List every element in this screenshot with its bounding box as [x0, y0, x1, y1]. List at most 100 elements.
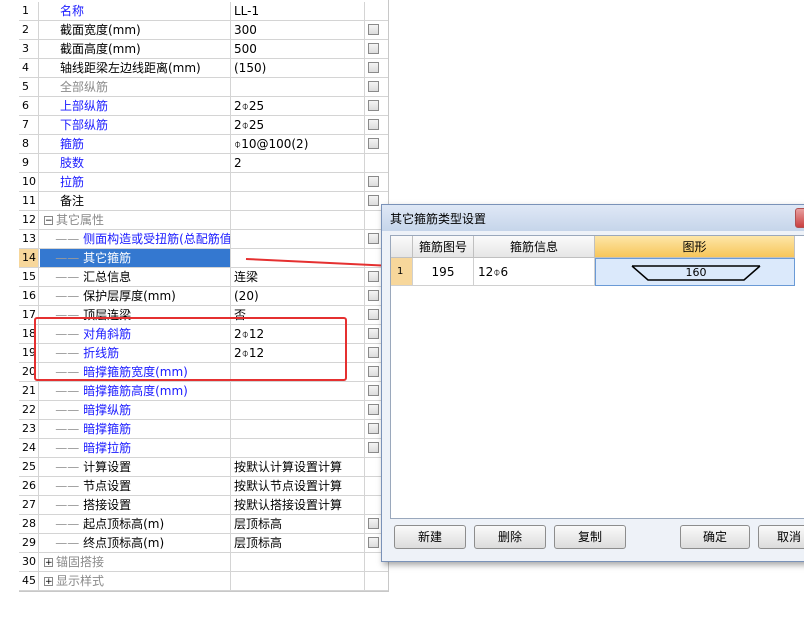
property-value[interactable]: 2⌽12	[231, 325, 365, 343]
property-value[interactable]: 2	[231, 154, 365, 172]
grid-row[interactable]: 18 —— 对角斜筋 2⌽12	[19, 325, 388, 344]
attribute-checkbox[interactable]	[368, 442, 379, 453]
property-value[interactable]: 否	[231, 306, 365, 324]
property-name[interactable]: 轴线距梁左边线距离(mm)	[40, 59, 231, 77]
property-name[interactable]: —— 汇总信息	[40, 268, 231, 286]
attribute-checkbox[interactable]	[368, 24, 379, 35]
grid-row[interactable]: 20 —— 暗撑箍筋宽度(mm)	[19, 363, 388, 382]
attribute-checkbox[interactable]	[368, 100, 379, 111]
grid-row[interactable]: 4 轴线距梁左边线距离(mm) (150)	[19, 59, 388, 78]
grid-row[interactable]: 45 + 显示样式	[19, 572, 388, 591]
property-name[interactable]: 备注	[40, 192, 231, 210]
property-name[interactable]: 全部纵筋	[40, 78, 231, 96]
grid-row[interactable]: 7 下部纵筋 2⌽25	[19, 116, 388, 135]
grid-row[interactable]: 24 —— 暗撑拉筋	[19, 439, 388, 458]
col-info[interactable]: 箍筋信息	[474, 236, 595, 258]
grid-row[interactable]: 13 —— 侧面构造或受扭筋(总配筋值)	[19, 230, 388, 249]
property-value[interactable]: ⌽10@100(2)	[231, 135, 365, 153]
property-name[interactable]: —— 保护层厚度(mm)	[40, 287, 231, 305]
grid-row[interactable]: 21 —— 暗撑箍筋高度(mm)	[19, 382, 388, 401]
attribute-checkbox[interactable]	[368, 404, 379, 415]
expand-icon[interactable]: +	[44, 577, 53, 587]
grid-row[interactable]: 29 —— 终点顶标高(m) 层顶标高	[19, 534, 388, 553]
property-value[interactable]: 500	[231, 40, 365, 58]
grid-row[interactable]: 1 名称 LL-1	[19, 2, 388, 21]
property-name[interactable]: + 显示样式	[40, 572, 231, 590]
shape-no-cell[interactable]: 195	[413, 258, 474, 286]
property-value[interactable]: 层顶标高	[231, 515, 365, 533]
grid-row[interactable]: 12− 其它属性	[19, 211, 388, 230]
attribute-checkbox[interactable]	[368, 62, 379, 73]
grid-row[interactable]: 14 —— 其它箍筋	[19, 249, 388, 268]
attribute-checkbox[interactable]	[368, 309, 379, 320]
attribute-checkbox[interactable]	[368, 233, 379, 244]
property-name[interactable]: —— 暗撑拉筋	[40, 439, 231, 457]
property-value[interactable]	[231, 230, 365, 248]
delete-button[interactable]: 删除	[474, 525, 546, 549]
attribute-checkbox[interactable]	[368, 366, 379, 377]
grid-row[interactable]: 8 箍筋 ⌽10@100(2)	[19, 135, 388, 154]
cancel-button[interactable]: 取消	[758, 525, 804, 549]
attribute-checkbox[interactable]	[368, 537, 379, 548]
property-name[interactable]: 截面宽度(mm)	[40, 21, 231, 39]
property-name[interactable]: 上部纵筋	[40, 97, 231, 115]
attribute-checkbox[interactable]	[368, 290, 379, 301]
property-name[interactable]: 名称	[40, 2, 231, 20]
property-name[interactable]: 箍筋	[40, 135, 231, 153]
property-value[interactable]	[231, 439, 365, 457]
property-value[interactable]: 2⌽25	[231, 116, 365, 134]
attribute-checkbox[interactable]	[368, 43, 379, 54]
attribute-checkbox[interactable]	[368, 81, 379, 92]
property-value[interactable]	[231, 78, 365, 96]
property-value[interactable]	[231, 249, 365, 267]
property-name[interactable]: —— 其它箍筋	[40, 249, 231, 267]
attribute-checkbox[interactable]	[368, 119, 379, 130]
property-value[interactable]: 按默认计算设置计算	[231, 458, 365, 476]
attribute-checkbox[interactable]	[368, 385, 379, 396]
property-value[interactable]: 按默认节点设置计算	[231, 477, 365, 495]
grid-row[interactable]: 2 截面宽度(mm) 300	[19, 21, 388, 40]
property-value[interactable]	[231, 363, 365, 381]
col-shape[interactable]: 图形	[595, 236, 795, 258]
property-name[interactable]: —— 暗撑箍筋高度(mm)	[40, 382, 231, 400]
property-name[interactable]: 截面高度(mm)	[40, 40, 231, 58]
property-name[interactable]: 下部纵筋	[40, 116, 231, 134]
attribute-checkbox[interactable]	[368, 138, 379, 149]
grid-row[interactable]: 28 —— 起点顶标高(m) 层顶标高	[19, 515, 388, 534]
property-value[interactable]	[231, 211, 365, 229]
grid-row[interactable]: 27 —— 搭接设置 按默认搭接设置计算	[19, 496, 388, 515]
grid-row[interactable]: 22 —— 暗撑纵筋	[19, 401, 388, 420]
property-name[interactable]: —— 顶层连梁	[40, 306, 231, 324]
property-value[interactable]: 层顶标高	[231, 534, 365, 552]
attribute-checkbox[interactable]	[368, 176, 379, 187]
grid-row[interactable]: 26 —— 节点设置 按默认节点设置计算	[19, 477, 388, 496]
grid-row[interactable]: 9 肢数 2	[19, 154, 388, 173]
property-value[interactable]: (20)	[231, 287, 365, 305]
grid-row[interactable]: 19 —— 折线筋 2⌽12	[19, 344, 388, 363]
property-name[interactable]: 肢数	[40, 154, 231, 172]
property-name[interactable]: —— 暗撑箍筋	[40, 420, 231, 438]
new-button[interactable]: 新建	[394, 525, 466, 549]
property-name[interactable]: —— 搭接设置	[40, 496, 231, 514]
property-value[interactable]: 连梁	[231, 268, 365, 286]
grid-row[interactable]: 17 —— 顶层连梁否	[19, 306, 388, 325]
property-name[interactable]: —— 暗撑纵筋	[40, 401, 231, 419]
grid-row[interactable]: 15 —— 汇总信息 连梁	[19, 268, 388, 287]
property-name[interactable]: —— 侧面构造或受扭筋(总配筋值)	[40, 230, 231, 248]
shape-cell[interactable]: 160	[595, 258, 795, 286]
attribute-checkbox[interactable]	[368, 518, 379, 529]
ok-button[interactable]: 确定	[680, 525, 750, 549]
info-cell[interactable]: 12⌽6	[474, 258, 595, 286]
property-value[interactable]	[231, 382, 365, 400]
property-name[interactable]: —— 暗撑箍筋宽度(mm)	[40, 363, 231, 381]
grid-row[interactable]: 6 上部纵筋 2⌽25	[19, 97, 388, 116]
copy-button[interactable]: 复制	[554, 525, 626, 549]
property-name[interactable]: —— 终点顶标高(m)	[40, 534, 231, 552]
property-value[interactable]	[231, 192, 365, 210]
property-value[interactable]	[231, 173, 365, 191]
property-name[interactable]: —— 计算设置	[40, 458, 231, 476]
grid-row[interactable]: 23 —— 暗撑箍筋	[19, 420, 388, 439]
grid-row[interactable]: 11 备注	[19, 192, 388, 211]
property-name[interactable]: —— 对角斜筋	[40, 325, 231, 343]
grid-row[interactable]: 5 全部纵筋	[19, 78, 388, 97]
